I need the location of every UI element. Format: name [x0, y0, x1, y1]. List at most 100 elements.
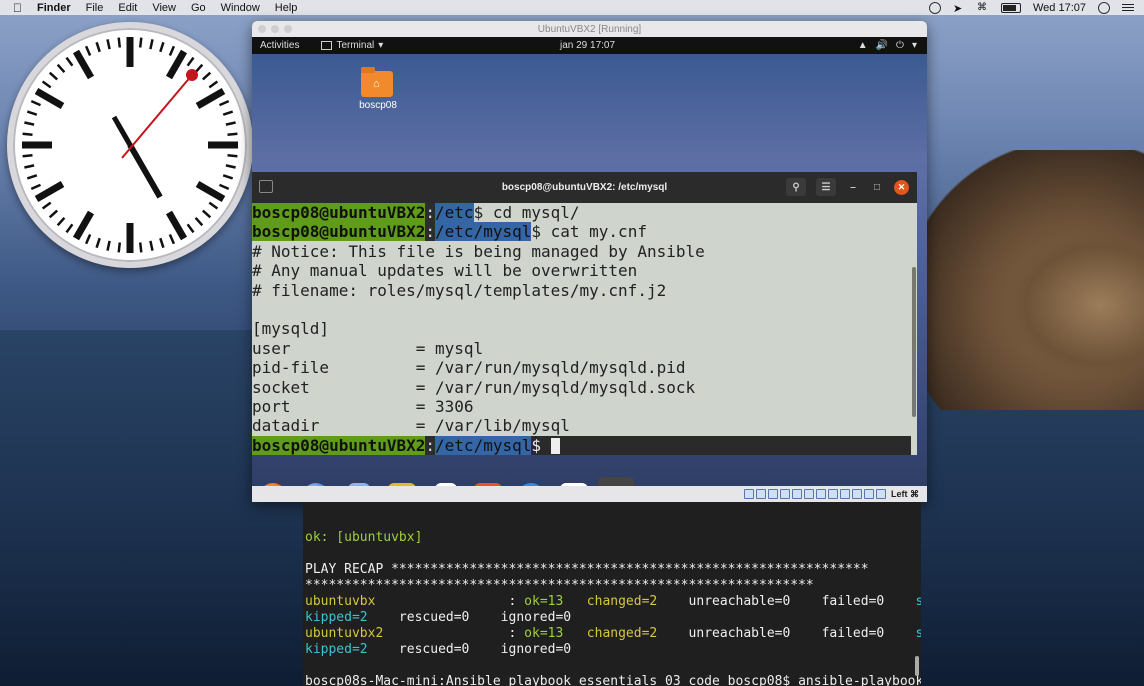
new-tab-icon[interactable] [259, 180, 273, 193]
terminal-line: datadir = /var/lib/mysql [252, 416, 570, 436]
mac-terminal-line [303, 658, 921, 674]
menu-file[interactable]: File [86, 2, 104, 14]
clock-minute-mark [219, 183, 230, 191]
maximize-icon[interactable]: □ [870, 182, 884, 193]
arrow-status-icon[interactable] [876, 489, 886, 499]
clock-minute-mark [227, 132, 238, 137]
apple-menu-icon[interactable]:  [13, 1, 27, 15]
clock-minute-mark [56, 216, 66, 227]
clock-minute-mark [117, 242, 122, 253]
clock-minute-mark [65, 223, 74, 234]
system-menu[interactable]: ▲ 🔊 ⏻ ▾ [858, 40, 917, 51]
clock-minute-mark [159, 41, 165, 53]
terminal-text-span: rescued=0 ignored=0 [367, 610, 572, 625]
terminal-output[interactable]: boscp08@ubuntuVBX2:/etc$ cd mysql/boscp0… [252, 203, 911, 455]
terminal-text-span: ****************************************… [305, 578, 814, 593]
clock-minute-mark [24, 164, 35, 169]
mouse-integration-status-icon[interactable] [852, 489, 862, 499]
menu-finder[interactable]: Finder [37, 2, 71, 14]
mac-terminal-line: ok: [ubuntuvbx] [303, 530, 921, 546]
wifi-icon[interactable]: ⌘ [977, 2, 989, 13]
analog-clock-widget [7, 22, 253, 268]
menu-edit[interactable]: Edit [118, 2, 137, 14]
audio-status-icon[interactable] [768, 489, 778, 499]
mac-terminal-scrollbar[interactable] [915, 656, 919, 676]
app-menu-label: Terminal [336, 40, 375, 51]
terminal-text-span: : [375, 594, 525, 609]
clock-minute-mark [22, 132, 33, 137]
volume-icon: 🔊 [875, 40, 889, 51]
clock-minute-mark [222, 110, 234, 116]
close-window-button[interactable] [258, 25, 266, 33]
mac-menu-bar:  Finder File Edit View Go Window Help ➤… [0, 0, 1144, 15]
clock-minute-mark [48, 71, 59, 81]
virtualbox-status-bar: Left ⌘ [252, 486, 927, 502]
cpu-status-icon[interactable] [840, 489, 850, 499]
hamburger-menu-icon[interactable]: ☰ [816, 178, 836, 196]
shared-folders-status-icon[interactable] [804, 489, 814, 499]
terminal-text-span: unreachable=0 failed=0 [657, 594, 916, 609]
menubar-clock[interactable]: Wed 17:07 [1033, 2, 1086, 14]
menu-go[interactable]: Go [191, 2, 206, 14]
clock-minute-mark [30, 99, 41, 107]
terminal-text-span: ubuntuvbx [305, 594, 376, 609]
ubuntu-datetime[interactable]: jan 29 17:07 [560, 40, 615, 51]
terminal-text-span [563, 626, 586, 641]
virtualbox-titlebar[interactable]: UbuntuVBX2 [Running] [252, 21, 927, 37]
terminal-text-span: boscp08s-Mac-mini:Ansible_playbook_essen… [305, 674, 921, 686]
optical-drive-status-icon[interactable] [756, 489, 766, 499]
usb-status-icon[interactable] [792, 489, 802, 499]
mac-terminal-line [303, 546, 921, 562]
control-center-icon[interactable] [1122, 2, 1134, 13]
gnome-terminal-header[interactable]: boscp08@ubuntuVBX2: /etc/mysql ⚲ ☰ – □ ✕ [252, 172, 917, 203]
activities-button[interactable]: Activities [260, 40, 299, 51]
terminal-line: pid-file = /var/run/mysqld/mysqld.pid [252, 358, 686, 378]
mac-terminal-line: kipped=2 rescued=0 ignored=0 [303, 642, 921, 658]
terminal-line: socket = /var/run/mysqld/mysqld.sock [252, 377, 696, 397]
terminal-controls: ⚲ ☰ – □ ✕ [786, 178, 909, 196]
recording-status-icon[interactable] [828, 489, 838, 499]
minimize-window-button[interactable] [271, 25, 279, 33]
zoom-window-button[interactable] [284, 25, 292, 33]
clock-minute-mark [225, 164, 236, 169]
clock-minute-mark [56, 63, 66, 74]
terminal-scrollbar[interactable] [912, 267, 916, 417]
display-status-icon[interactable] [816, 489, 826, 499]
window-traffic-lights [258, 25, 292, 33]
network-icon: ▲ [857, 40, 868, 51]
home-folder-icon[interactable]: ⌂ [361, 67, 393, 97]
location-arrow-icon[interactable]: ➤ [953, 2, 965, 15]
keyboard-status-icon[interactable] [864, 489, 874, 499]
search-icon[interactable]: ⚲ [786, 178, 806, 196]
prompt-command: $ cat my.cnf [531, 222, 647, 242]
battery-icon[interactable] [1000, 2, 1021, 13]
mac-terminal-output[interactable]: ok: [ubuntuvbx] PLAY RECAP **************… [303, 502, 921, 686]
focus-icon[interactable] [928, 1, 941, 14]
clock-minute-mark [106, 240, 111, 251]
hdd-status-icon[interactable] [744, 489, 754, 499]
spotlight-search-icon[interactable] [1098, 1, 1110, 14]
desktop-folder-label[interactable]: boscp08 [352, 100, 404, 111]
menu-view[interactable]: View [152, 2, 176, 14]
chevron-down-icon: ▾ [378, 40, 384, 51]
network-status-icon[interactable] [780, 489, 790, 499]
minimize-icon[interactable]: – [846, 182, 860, 193]
virtualbox-title: UbuntuVBX2 [Running] [537, 23, 642, 35]
clock-minute-mark [201, 209, 212, 219]
terminal-text-span: s [915, 594, 921, 609]
clock-minute-mark [41, 80, 52, 89]
clock-minute-mark [95, 237, 101, 249]
terminal-line: boscp08@ubuntuVBX2:/etc$ cd mysql/ [252, 203, 911, 222]
clock-minute-mark [22, 153, 33, 158]
menu-help[interactable]: Help [275, 2, 298, 14]
terminal-line: # Notice: This file is being managed by … [252, 241, 705, 261]
gnome-terminal-window[interactable]: boscp08@ubuntuVBX2: /etc/mysql ⚲ ☰ – □ ✕… [252, 172, 917, 455]
menu-window[interactable]: Window [221, 2, 260, 14]
terminal-text-span [563, 594, 586, 609]
prompt-user: boscp08@ubuntuVBX2 [252, 435, 426, 455]
menubar-status-area: ➤ ⌘ Wed 17:07 [928, 0, 1134, 15]
virtualbox-window[interactable]: UbuntuVBX2 [Running] Activities Terminal… [252, 21, 927, 502]
close-icon[interactable]: ✕ [894, 179, 909, 195]
terminal-title: boscp08@ubuntuVBX2: /etc/mysql [501, 182, 668, 193]
terminal-app-menu[interactable]: Terminal ▾ [321, 40, 383, 51]
